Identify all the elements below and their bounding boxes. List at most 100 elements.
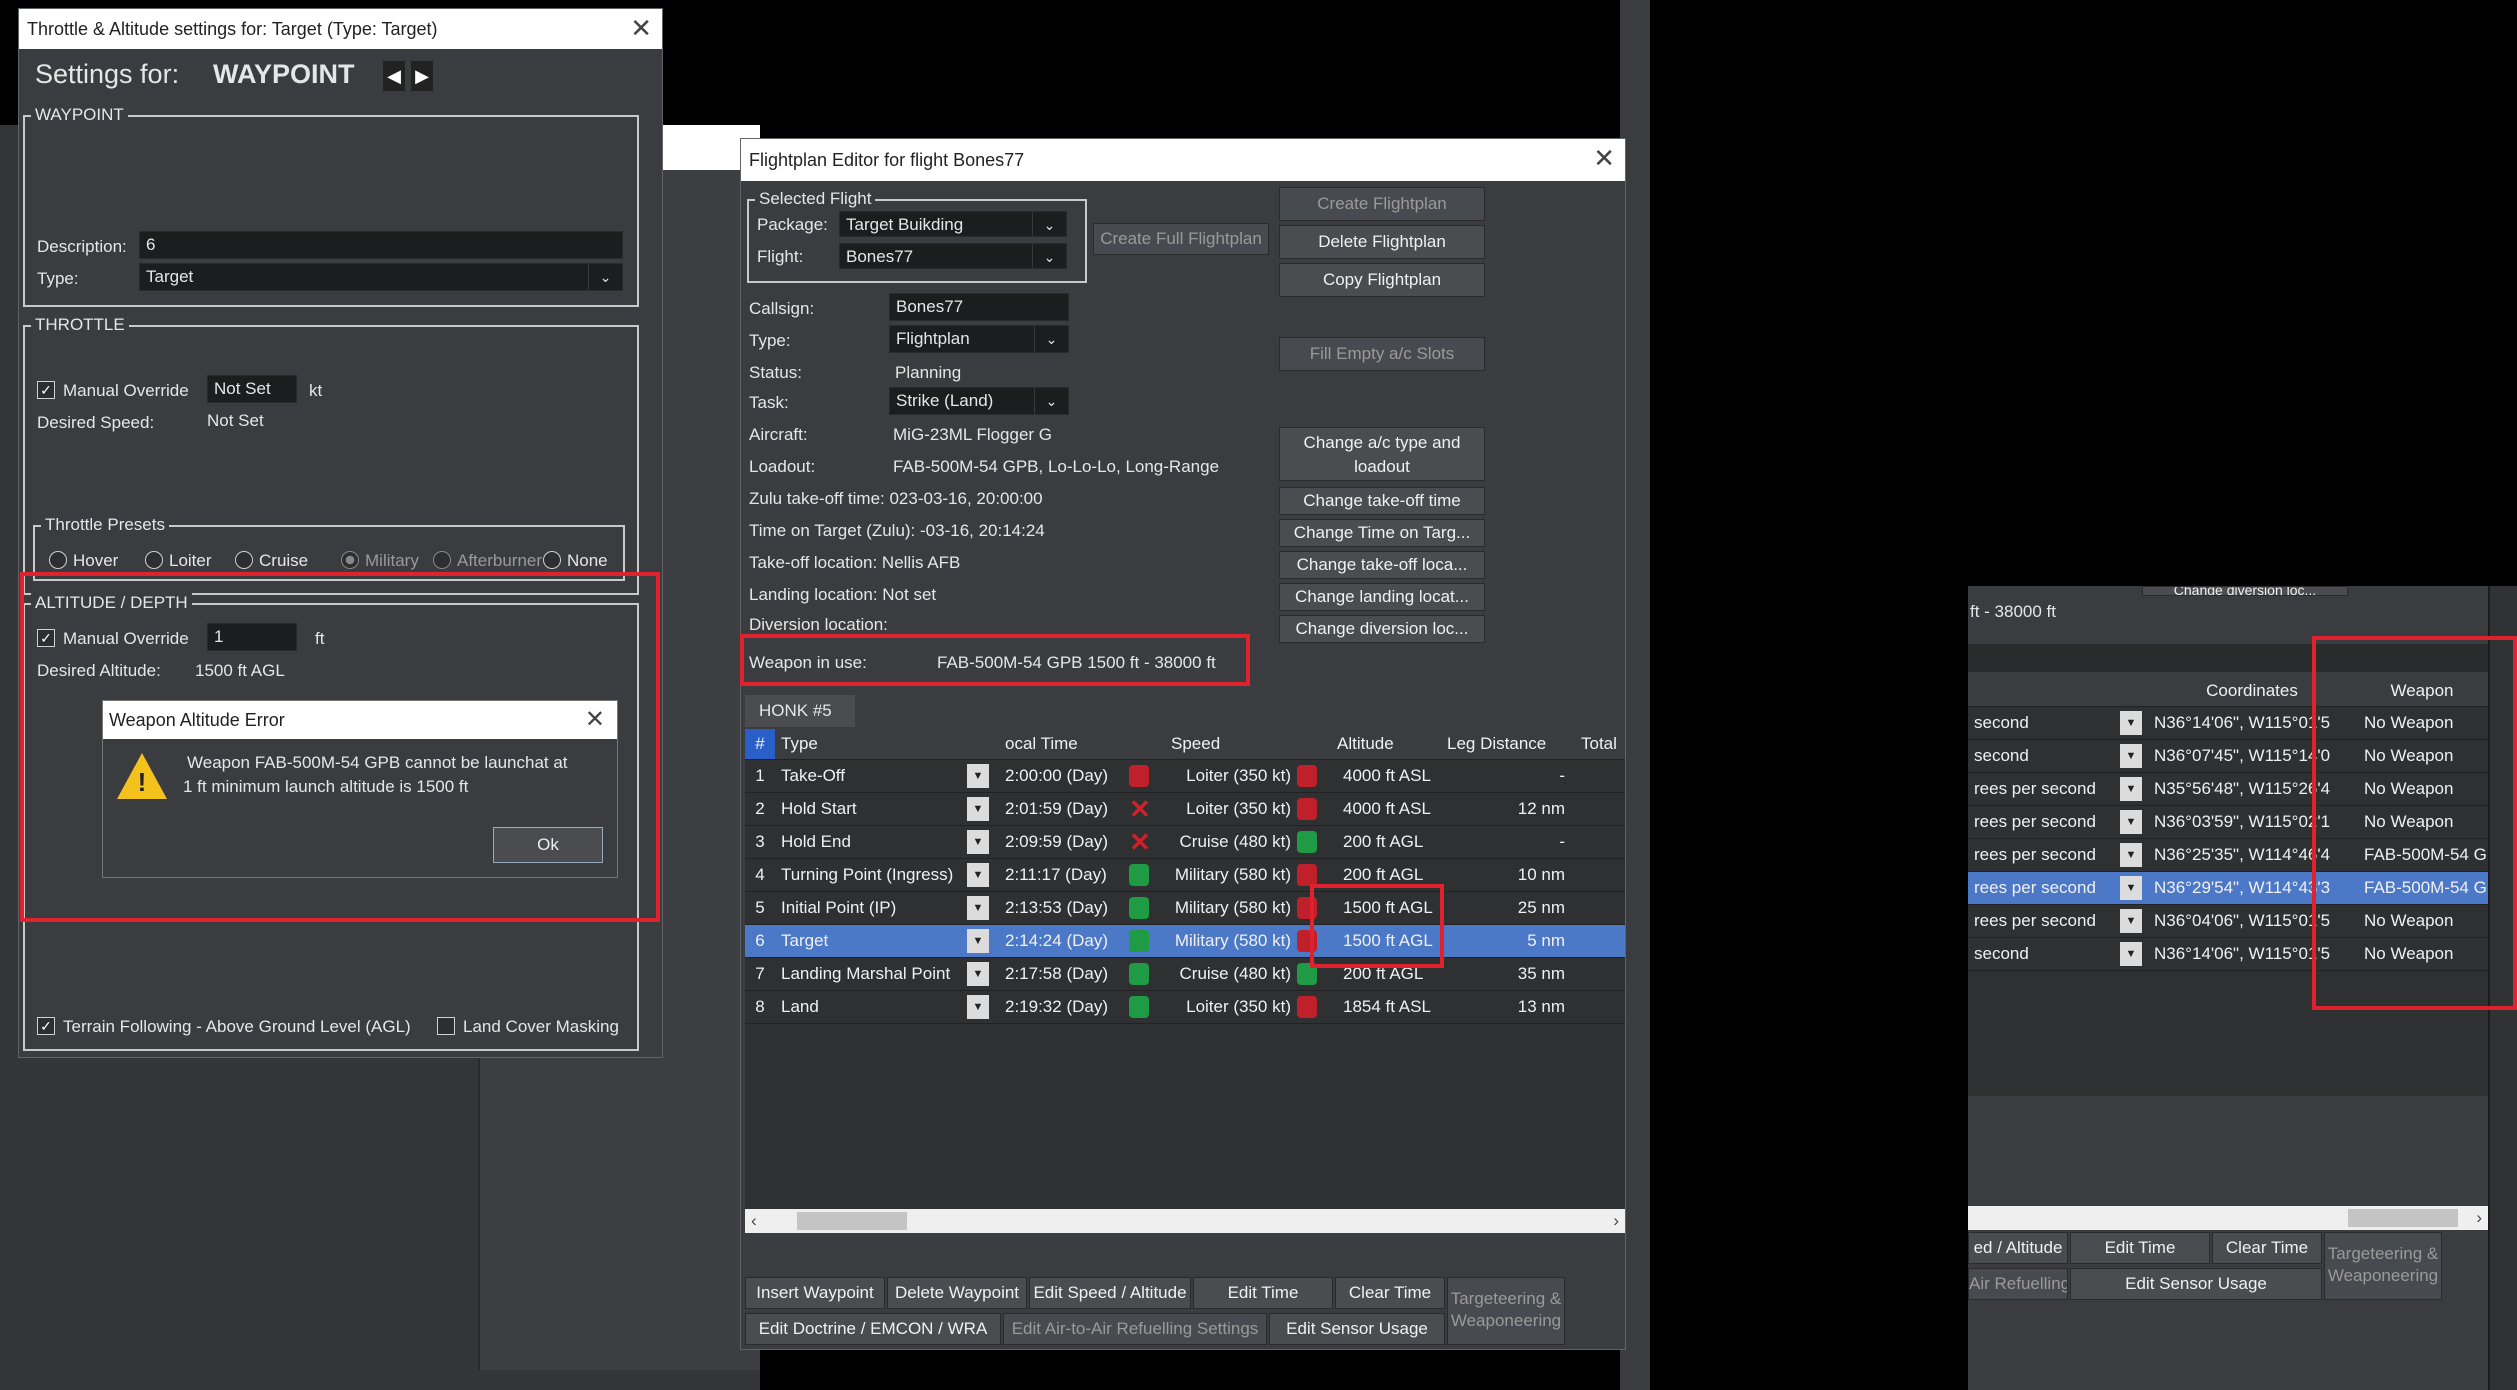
close-icon[interactable]: ✕ xyxy=(1593,139,1615,177)
edit-air-refuelling-button[interactable]: Edit Air-to-Air Refuelling Settings xyxy=(1003,1313,1267,1345)
chevron-down-icon[interactable]: ▼ xyxy=(2120,710,2142,735)
right-air-refuelling-button[interactable]: Air Refuelling Settings xyxy=(1968,1268,2068,1300)
unlocked-x-icon[interactable]: ✕ xyxy=(1129,829,1151,855)
horizontal-scrollbar[interactable]: ‹ › xyxy=(745,1209,1625,1233)
create-full-flightplan-button[interactable]: Create Full Flightplan xyxy=(1093,223,1269,255)
lock-icon[interactable] xyxy=(1297,995,1317,1018)
chevron-down-icon[interactable]: ▼ xyxy=(967,994,989,1019)
delete-flightplan-button[interactable]: Delete Flightplan xyxy=(1279,225,1485,259)
right-clear-time-button[interactable]: Clear Time xyxy=(2212,1232,2322,1264)
copy-flightplan-button[interactable]: Copy Flightplan xyxy=(1279,263,1485,297)
right-top-partial-button[interactable]: Change diversion loc... xyxy=(2142,586,2348,596)
right-scrollbar[interactable]: › xyxy=(1968,1206,2488,1230)
chevron-down-icon[interactable]: ▼ xyxy=(2120,908,2142,933)
chevron-down-icon[interactable]: ▼ xyxy=(2120,776,2142,801)
scroll-thumb[interactable] xyxy=(797,1212,907,1230)
right-edit-time-button[interactable]: Edit Time xyxy=(2070,1232,2210,1264)
callsign-field[interactable]: Bones77 xyxy=(889,293,1069,321)
unlock-icon[interactable] xyxy=(1129,863,1149,886)
right-sensor-usage-button[interactable]: Edit Sensor Usage xyxy=(2070,1268,2322,1300)
unlock-icon[interactable] xyxy=(1129,995,1149,1018)
scroll-left-icon[interactable]: ‹ xyxy=(751,1209,757,1233)
table-row[interactable]: 3 Hold End ▼ 2:09:59 (Day) ✕ Cruise (480 kt) 2… xyxy=(745,825,1625,859)
terrain-following-checkbox[interactable]: ✓ xyxy=(37,1017,55,1035)
chevron-down-icon[interactable]: ▼ xyxy=(967,796,989,821)
prev-arrow-icon[interactable]: ◀ xyxy=(383,61,405,91)
right-scroll-thumb[interactable] xyxy=(2348,1209,2458,1227)
table-row[interactable]: 1 Take-Off ▼ 2:00:00 (Day) Loiter (350 kt) 40… xyxy=(745,759,1625,793)
fill-empty-slots-button[interactable]: Fill Empty a/c Slots xyxy=(1279,337,1485,371)
task-dropdown[interactable]: Strike (Land) ⌄ xyxy=(889,387,1069,415)
preset-loiter-radio[interactable] xyxy=(145,551,163,569)
table-row[interactable]: 7 Landing Marshal Point ▼ 2:17:58 (Day) Crui… xyxy=(745,957,1625,991)
scroll-right-icon[interactable]: › xyxy=(2476,1206,2482,1230)
lock-icon[interactable] xyxy=(1129,764,1149,787)
col-leg-distance[interactable]: Leg Distance xyxy=(1441,729,1575,760)
unlock-icon[interactable] xyxy=(1129,896,1149,919)
unlock-icon[interactable] xyxy=(1297,830,1317,853)
right-targeteering-button[interactable]: Targeteering & Weaponeering xyxy=(2324,1232,2442,1300)
chevron-down-icon[interactable]: ▼ xyxy=(2120,941,2142,966)
targeteering-weaponeering-button[interactable]: Targeteering & Weaponeering xyxy=(1447,1277,1565,1345)
chevron-down-icon[interactable]: ▼ xyxy=(2120,842,2142,867)
col-index[interactable]: # xyxy=(745,729,775,760)
preset-military-radio[interactable] xyxy=(341,551,359,569)
scroll-right-icon[interactable]: › xyxy=(1613,1209,1619,1233)
package-dropdown[interactable]: Target Buikding ⌄ xyxy=(839,211,1067,237)
chevron-down-icon[interactable]: ▼ xyxy=(2120,875,2142,900)
edit-sensor-usage-button[interactable]: Edit Sensor Usage xyxy=(1269,1313,1445,1345)
clear-time-button[interactable]: Clear Time xyxy=(1335,1277,1445,1309)
table-row[interactable]: 4 Turning Point (Ingress) ▼ 2:11:17 (Day) Mi… xyxy=(745,858,1625,892)
description-field[interactable]: 6 xyxy=(139,231,623,259)
speed-input[interactable]: Not Set xyxy=(207,375,297,403)
change-takeoff-location-button[interactable]: Change take-off loca... xyxy=(1279,551,1485,579)
lock-icon[interactable] xyxy=(1297,764,1317,787)
flight-dropdown[interactable]: Bones77 ⌄ xyxy=(839,243,1067,269)
change-time-on-target-button[interactable]: Change Time on Targ... xyxy=(1279,519,1485,547)
land-cover-checkbox[interactable] xyxy=(437,1017,455,1035)
manual-override-speed-checkbox[interactable]: ✓ xyxy=(37,381,55,399)
chevron-down-icon[interactable]: ▼ xyxy=(967,961,989,986)
right-edit-speed-altitude-button[interactable]: ed / Altitude xyxy=(1968,1232,2068,1264)
preset-hover-radio[interactable] xyxy=(49,551,67,569)
unlock-icon[interactable] xyxy=(1129,929,1149,952)
edit-time-button[interactable]: Edit Time xyxy=(1193,1277,1333,1309)
table-row[interactable]: 8 Land ▼ 2:19:32 (Day) Loiter (350 kt) 1854 f… xyxy=(745,990,1625,1024)
col-total[interactable]: Total xyxy=(1575,729,1625,760)
col-type[interactable]: Type xyxy=(775,729,999,760)
chevron-down-icon[interactable]: ▼ xyxy=(2120,809,2142,834)
change-takeoff-time-button[interactable]: Change take-off time xyxy=(1279,487,1485,515)
preset-cruise-radio[interactable] xyxy=(235,551,253,569)
edit-speed-altitude-button[interactable]: Edit Speed / Altitude xyxy=(1029,1277,1191,1309)
change-diversion-location-button[interactable]: Change diversion loc... xyxy=(1279,615,1485,643)
edit-doctrine-button[interactable]: Edit Doctrine / EMCON / WRA xyxy=(745,1313,1001,1345)
insert-waypoint-button[interactable]: Insert Waypoint xyxy=(745,1277,885,1309)
chevron-down-icon[interactable]: ▼ xyxy=(967,928,989,953)
change-aircraft-type-button[interactable]: Change a/c type and loadout xyxy=(1279,427,1485,481)
table-row[interactable]: 2 Hold Start ▼ 2:01:59 (Day) ✕ Loiter (350 kt… xyxy=(745,792,1625,826)
next-arrow-icon[interactable]: ▶ xyxy=(411,61,433,91)
table-row[interactable]: 5 Initial Point (IP) ▼ 2:13:53 (Day) Militar… xyxy=(745,891,1625,925)
delete-waypoint-button[interactable]: Delete Waypoint xyxy=(887,1277,1027,1309)
unlock-icon[interactable] xyxy=(1129,962,1149,985)
chevron-down-icon[interactable]: ▼ xyxy=(967,829,989,854)
col-local-time[interactable]: ocal Time xyxy=(999,729,1165,760)
type-dropdown[interactable]: Target ⌄ xyxy=(139,263,623,291)
close-icon[interactable]: ✕ xyxy=(630,9,652,47)
table-row[interactable]: 6 Target ▼ 2:14:24 (Day) Military (580 kt) 15… xyxy=(745,924,1625,958)
col-altitude[interactable]: Altitude xyxy=(1331,729,1441,760)
create-flightplan-button[interactable]: Create Flightplan xyxy=(1279,187,1485,221)
lock-icon[interactable] xyxy=(1297,863,1317,886)
type-dropdown[interactable]: Flightplan ⌄ xyxy=(889,325,1069,353)
lock-icon[interactable] xyxy=(1297,797,1317,820)
chevron-down-icon[interactable]: ▼ xyxy=(967,862,989,887)
change-landing-location-button[interactable]: Change landing locat... xyxy=(1279,583,1485,611)
col-speed[interactable]: Speed xyxy=(1165,729,1331,760)
preset-none-radio[interactable] xyxy=(543,551,561,569)
unlocked-x-icon[interactable]: ✕ xyxy=(1129,796,1151,822)
chevron-down-icon[interactable]: ▼ xyxy=(967,895,989,920)
chevron-down-icon[interactable]: ▼ xyxy=(2120,743,2142,768)
waypoint-tab[interactable]: HONK #5 xyxy=(745,695,855,727)
preset-afterburner-radio[interactable] xyxy=(433,551,451,569)
chevron-down-icon[interactable]: ▼ xyxy=(967,763,989,788)
